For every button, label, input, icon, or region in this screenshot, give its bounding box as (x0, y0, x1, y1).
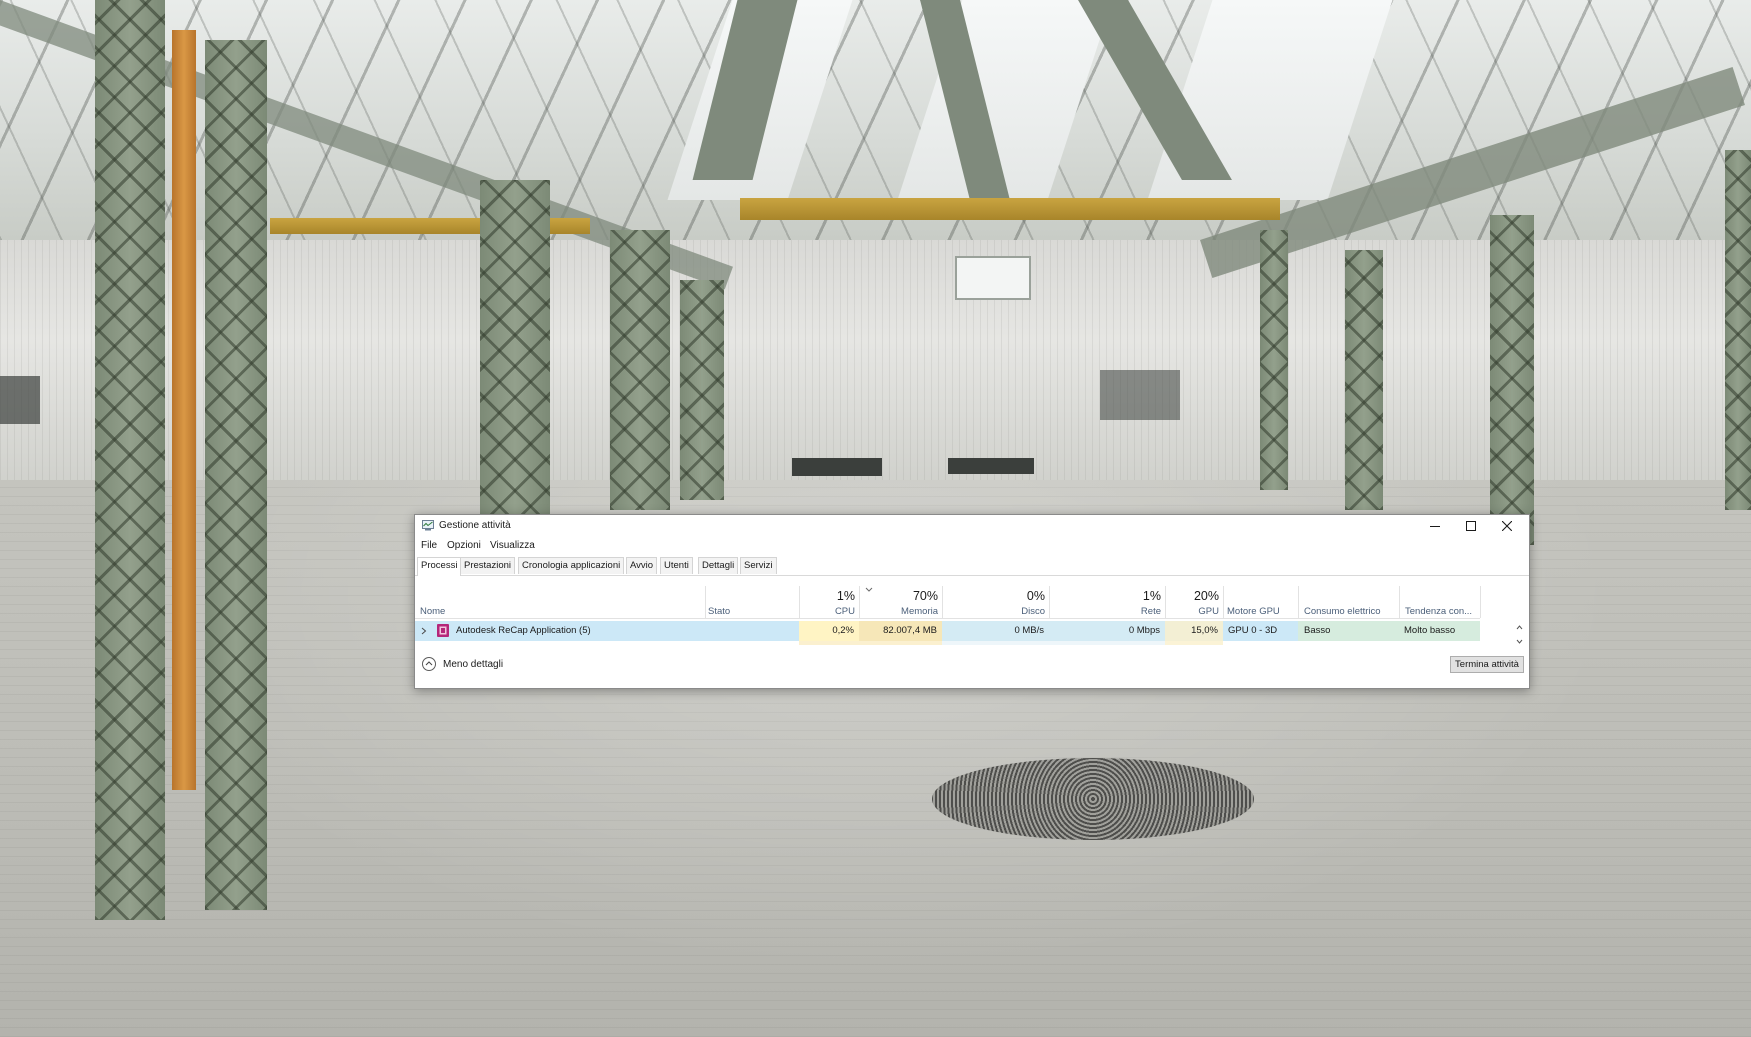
disk-total-percent: 0% (1026, 589, 1045, 603)
scroll-up-icon[interactable] (1516, 625, 1523, 630)
gpu-total-percent: 20% (1193, 589, 1219, 603)
tab-services[interactable]: Servizi (740, 557, 777, 574)
close-icon (1502, 521, 1512, 531)
window-title: Gestione attività (439, 520, 511, 531)
column-header-gpu-engine[interactable]: Motore GPU (1227, 606, 1280, 617)
steel-column (1725, 150, 1751, 510)
chevron-right-icon[interactable] (421, 627, 427, 635)
tab-performance[interactable]: Prestazioni (460, 557, 515, 574)
menu-options[interactable]: Opzioni (447, 540, 481, 551)
end-task-button[interactable]: Termina attività (1450, 656, 1524, 673)
cell-power: Basso (1298, 621, 1399, 641)
cell-cpu: 0,2% (799, 621, 859, 641)
maximize-icon (1466, 521, 1476, 531)
column-header-status[interactable]: Stato (708, 606, 730, 617)
wall-opening (948, 458, 1034, 474)
tab-app-history[interactable]: Cronologia applicazioni (518, 557, 625, 574)
column-separator (1223, 586, 1224, 618)
minimize-button[interactable] (1417, 515, 1453, 537)
column-separator (705, 586, 706, 618)
scroll-down-icon[interactable] (1516, 639, 1523, 644)
close-button[interactable] (1489, 515, 1525, 537)
network-total-percent: 1% (1142, 589, 1161, 603)
steel-column (680, 280, 724, 500)
column-header-name[interactable]: Nome (420, 606, 445, 617)
tab-strip: Processi Prestazioni Cronologia applicaz… (415, 557, 1529, 576)
cell-gpu: 15,0% (1165, 621, 1223, 641)
scanner-footprint (932, 758, 1254, 840)
menu-view[interactable]: Visualizza (490, 540, 535, 551)
task-manager-window: Gestione attività File Opzioni Visualizz… (414, 514, 1530, 689)
column-header-network[interactable]: Rete (1049, 606, 1161, 617)
cell-power-trend: Molto basso (1399, 621, 1480, 641)
vertical-scrollbar[interactable] (1513, 621, 1527, 649)
cell-disk: 0 MB/s (942, 621, 1049, 641)
wall-opening (0, 376, 40, 424)
recap-app-icon (437, 624, 449, 637)
tab-users[interactable]: Utenti (660, 557, 693, 574)
wall-opening (1100, 370, 1180, 420)
minimize-icon (1430, 526, 1440, 527)
steel-column (480, 180, 550, 520)
title-bar[interactable]: Gestione attività (415, 515, 1529, 537)
back-window (955, 256, 1031, 300)
fewer-details-link[interactable]: Meno dettagli (443, 659, 503, 670)
column-header-gpu[interactable]: GPU (1165, 606, 1219, 617)
column-header-disk[interactable]: Disco (942, 606, 1045, 617)
column-separator (1480, 586, 1481, 618)
tab-startup[interactable]: Avvio (626, 557, 658, 574)
table-row[interactable]: Autodesk ReCap Application (5) 0,2% 82.0… (415, 621, 1480, 641)
orange-pipe (172, 30, 196, 790)
cell-memory: 82.007,4 MB (859, 621, 942, 641)
menu-bar: File Opzioni Visualizza (415, 538, 815, 554)
process-name: Autodesk ReCap Application (5) (456, 625, 591, 636)
row-heat-strip (415, 641, 1480, 645)
cpu-total-percent: 1% (836, 589, 855, 603)
column-separator (1298, 586, 1299, 618)
tab-details[interactable]: Dettagli (698, 557, 739, 574)
column-header-power[interactable]: Consumo elettrico (1304, 606, 1381, 617)
steel-column (1345, 250, 1383, 510)
wall-opening (792, 458, 882, 476)
chevron-up-icon (425, 661, 433, 666)
steel-column (205, 40, 267, 910)
cell-network: 0 Mbps (1049, 621, 1165, 641)
steel-column (1260, 230, 1288, 490)
window-footer: Meno dettagli Termina attività (415, 656, 1529, 686)
chevron-up-circle-icon[interactable] (422, 657, 436, 671)
column-separator (1399, 586, 1400, 618)
maximize-button[interactable] (1453, 515, 1489, 537)
column-header-memory[interactable]: Memoria (859, 606, 938, 617)
steel-column (1490, 215, 1534, 545)
steel-column (610, 230, 670, 510)
column-header-cpu[interactable]: CPU (799, 606, 855, 617)
menu-file[interactable]: File (421, 540, 437, 551)
cell-status (705, 621, 799, 641)
tab-processes[interactable]: Processi (417, 557, 462, 576)
steel-column (95, 0, 165, 920)
cell-gpu-engine: GPU 0 - 3D (1223, 621, 1298, 641)
memory-total-percent: 70% (912, 589, 938, 603)
process-table-header: Nome Stato 1% CPU 70% Memoria 0% Disco 1… (415, 586, 1481, 619)
column-header-power-trend[interactable]: Tendenza con... (1405, 606, 1472, 617)
crane-girder (740, 198, 1280, 220)
task-manager-icon (422, 520, 434, 531)
